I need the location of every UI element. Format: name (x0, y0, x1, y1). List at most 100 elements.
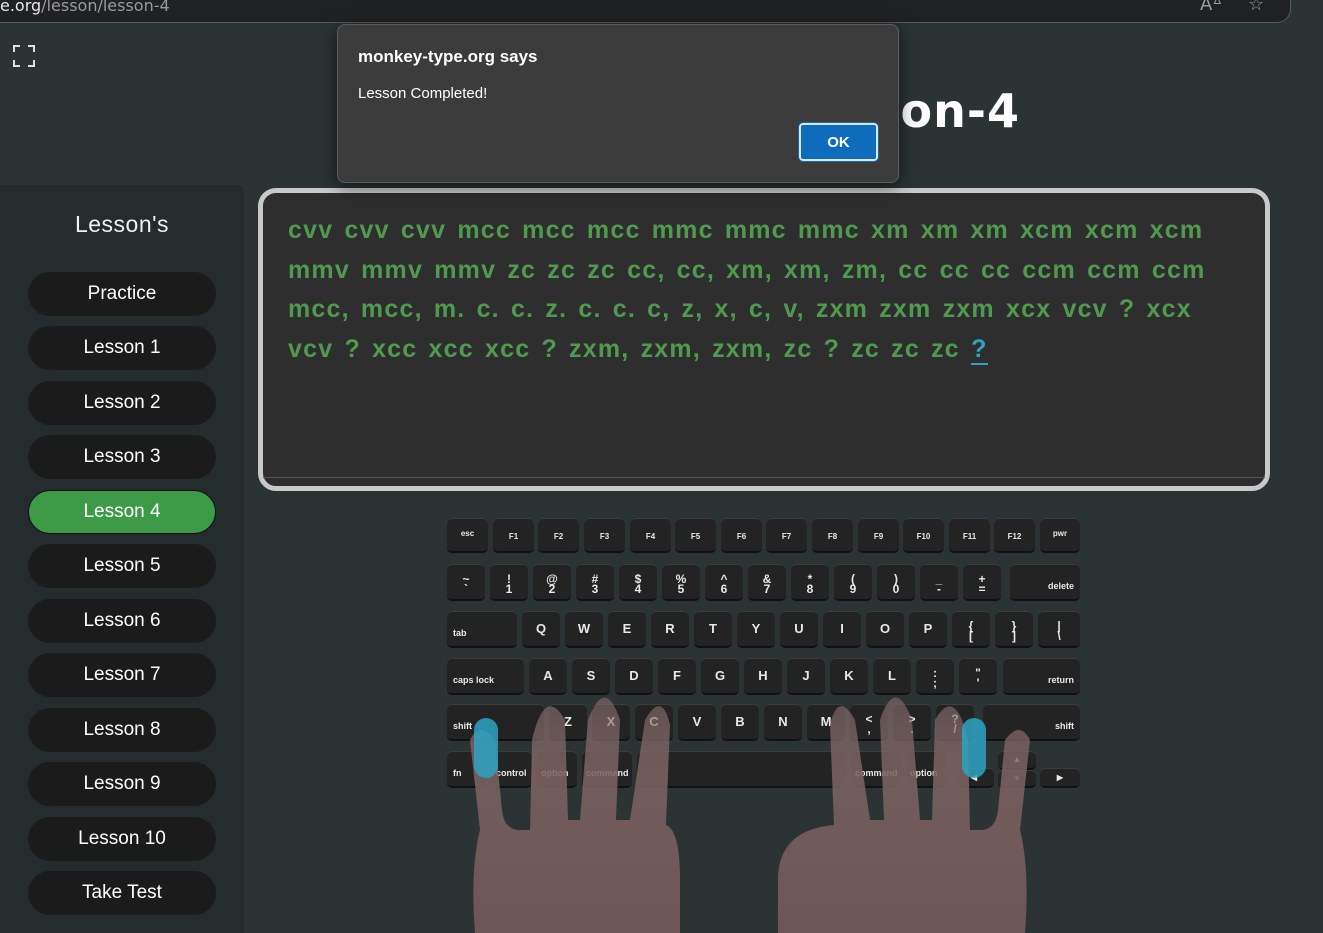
key-label: F9 (873, 532, 884, 541)
typed-text: cvv cvv cvv mcc mcc mcc mmc mmc mmc xm x… (288, 216, 1206, 363)
sidebar-item-lesson-9[interactable]: Lesson 9 (28, 762, 216, 806)
sidebar-item-lesson-6[interactable]: Lesson 6 (28, 599, 216, 643)
read-aloud-icon[interactable]: A͏ᐞ (1200, 0, 1222, 15)
key-backslash: | \ (1038, 611, 1080, 648)
key-o: O (866, 611, 904, 648)
sidebar-item-lesson-1[interactable]: Lesson 1 (28, 326, 216, 370)
key-label: F12 (1007, 532, 1022, 541)
sidebar-item-lesson-2[interactable]: Lesson 2 (28, 381, 216, 425)
key-f1: F1 (493, 518, 534, 553)
key-f11: F11 (949, 518, 990, 553)
key-label: O (879, 621, 891, 636)
key-7: & 7 (748, 564, 786, 601)
browser-toolbar: e.org/lesson/lesson-4 A͏ᐞ ☆ (0, 0, 1291, 23)
key-label: F3 (599, 532, 610, 541)
right-hand (778, 697, 1030, 933)
key-label: P (923, 621, 933, 636)
sidebar-item-lesson-10[interactable]: Lesson 10 (28, 817, 216, 861)
key-r: R (651, 611, 689, 648)
dialog-title: monkey-type.org says (358, 47, 538, 66)
sidebar-item-lesson-8[interactable]: Lesson 8 (28, 708, 216, 752)
key-tab: tab (447, 611, 517, 648)
key-0: ) 0 (877, 564, 915, 601)
key-i: I (823, 611, 861, 648)
key-label: - (937, 582, 941, 596)
key-y: Y (737, 611, 775, 648)
key-label: [ (969, 629, 973, 643)
key-label: U (794, 621, 804, 636)
fullscreen-icon[interactable] (12, 44, 36, 68)
favorite-star-icon[interactable]: ☆ (1248, 0, 1264, 15)
left-thumb-highlight (474, 718, 498, 778)
key-8: * 8 (791, 564, 829, 601)
key-3: #3 (576, 564, 614, 601)
key-label: ` (464, 582, 468, 596)
key-label: 9 (849, 582, 857, 596)
key-label: W (577, 621, 591, 636)
key-label: F10 (916, 532, 931, 541)
sidebar-item-lesson-7[interactable]: Lesson 7 (28, 653, 216, 697)
current-character: ? (971, 334, 988, 365)
url-host: e.org (0, 0, 42, 15)
key-2: @2 (533, 564, 571, 601)
key-f9: F9 (858, 518, 899, 553)
key-label: 7 (763, 582, 771, 596)
key-label: 2 (548, 582, 556, 596)
key-label: F4 (645, 532, 656, 541)
right-pinky-highlight (962, 718, 986, 778)
key-label: ] (1012, 629, 1016, 643)
key-t: T (694, 611, 732, 648)
key-f7: F7 (766, 518, 807, 553)
alert-dialog: monkey-type.org says Lesson Completed! O… (337, 24, 899, 183)
key-pwr: pwr (1040, 518, 1080, 553)
key-label: F8 (827, 532, 838, 541)
sidebar-item-take-test[interactable]: Take Test (28, 871, 216, 915)
key-5: % 5 (662, 564, 700, 601)
dialog-message: Lesson Completed! (358, 85, 488, 102)
key-esc: esc (447, 518, 488, 553)
key-9: (9 (834, 564, 872, 601)
key-label: F6 (736, 532, 747, 541)
key-p: P (909, 611, 947, 648)
key-label: F7 (781, 532, 792, 541)
key-label: = (978, 582, 986, 596)
key-q: Q (522, 611, 560, 648)
key-w: W (565, 611, 603, 648)
key-backtick: ~ ` (447, 564, 485, 601)
key-f4: F4 (630, 518, 671, 553)
sidebar-item-lesson-4[interactable]: Lesson 4 (28, 490, 216, 534)
key-label: Y (751, 621, 761, 636)
sidebar-item-lesson-3[interactable]: Lesson 3 (28, 435, 216, 479)
key-delete: delete (1010, 564, 1080, 601)
left-hand (470, 697, 680, 933)
key-label: tab (453, 628, 467, 638)
key-label: 8 (806, 582, 814, 596)
key-label: Q (535, 621, 547, 636)
typing-area[interactable]: cvv cvv cvv mcc mcc mcc mmc mmc mmc xm x… (258, 188, 1270, 491)
key-label: F1 (508, 532, 519, 541)
address-bar[interactable]: e.org/lesson/lesson-4 (0, 0, 170, 15)
key-equals: + = (963, 564, 1001, 601)
divider (263, 477, 1265, 478)
key-bracket-left: {[ (952, 611, 990, 648)
key-f12: F12 (994, 518, 1035, 553)
key-label: pwr (1052, 529, 1068, 538)
key-6: ^ 6 (705, 564, 743, 601)
key-e: E (608, 611, 646, 648)
key-1: ! 1 (490, 564, 528, 601)
ok-button[interactable]: OK (798, 122, 879, 162)
key-label: 1 (505, 582, 513, 596)
key-label: E (622, 621, 632, 636)
key-label: F2 (553, 532, 564, 541)
key-f8: F8 (812, 518, 853, 553)
sidebar-item-lesson-5[interactable]: Lesson 5 (28, 544, 216, 588)
sidebar-item-practice[interactable]: Practice (28, 272, 216, 316)
key-label: 5 (677, 582, 685, 596)
key-label: T (709, 621, 717, 636)
key-label: 6 (720, 582, 728, 596)
key-label: I (840, 621, 844, 636)
key-minus: _ - (920, 564, 958, 601)
lesson-sidebar: Lesson's Practice Lesson 1 Lesson 2 Less… (0, 185, 244, 933)
key-label: delete (1047, 581, 1074, 591)
key-label: 4 (634, 582, 642, 596)
